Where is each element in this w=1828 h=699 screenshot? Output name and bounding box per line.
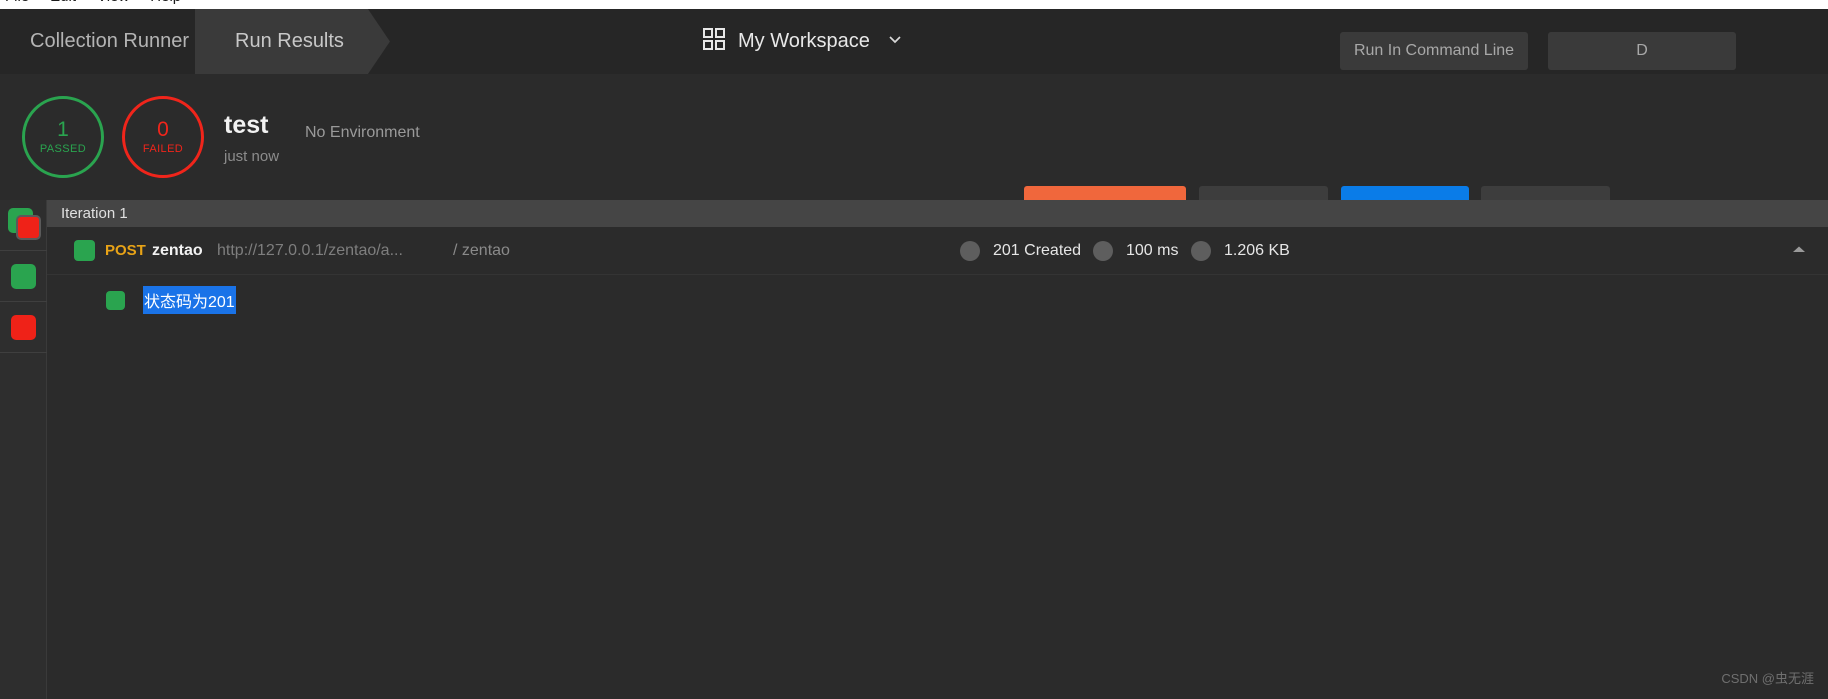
menu-item-edit[interactable]: Edit — [50, 0, 76, 5]
docs-button[interactable]: D — [1548, 32, 1736, 70]
iteration-header[interactable]: Iteration 1 — [47, 200, 1828, 227]
tab-run-results-label: Run Results — [235, 30, 344, 52]
response-size-text: 1.206 KB — [1224, 241, 1290, 259]
all-results-filter[interactable] — [0, 200, 47, 251]
passed-count: 1 — [57, 118, 69, 141]
results-filter-rail — [0, 200, 47, 699]
run-meta: test just now — [224, 111, 280, 166]
failed-label: FAILED — [142, 143, 184, 155]
run-in-command-line-label: Run In Command Line — [1353, 42, 1515, 59]
time-dot-icon — [1093, 240, 1113, 261]
docs-button-label: D — [1636, 42, 1648, 59]
response-time: 100 ms — [1093, 240, 1179, 261]
status-badge: 201 Created — [960, 240, 1082, 261]
workspace-label: My Workspace — [738, 30, 870, 52]
status-code-text: 201 Created — [993, 241, 1082, 259]
failed-stat: 0 FAILED — [122, 96, 204, 178]
tab-collection-runner[interactable]: Collection Runner — [0, 9, 219, 74]
watermark: CSDN @虫无涯 — [1721, 671, 1814, 686]
grid-icon — [703, 27, 725, 56]
menu-item-help[interactable]: Help — [150, 0, 181, 5]
green-square-icon — [11, 263, 36, 289]
request-status-square-icon — [74, 240, 95, 261]
failed-count: 0 — [157, 118, 169, 141]
response-size: 1.206 KB — [1191, 240, 1290, 261]
tab-run-results[interactable]: Run Results — [195, 9, 390, 74]
request-name: zentao — [152, 241, 203, 259]
response-time-text: 100 ms — [1126, 241, 1179, 259]
menu-item-file[interactable]: File — [5, 0, 29, 5]
red-square-icon — [11, 314, 36, 340]
run-in-command-line-button[interactable]: Run In Command Line — [1340, 32, 1528, 70]
passed-filter[interactable] — [0, 251, 47, 302]
results-pane: Iteration 1 POST zentao http://127.0.0.1… — [47, 200, 1828, 699]
passed-stat: 1 PASSED — [22, 96, 104, 178]
iteration-label: Iteration 1 — [61, 205, 128, 222]
os-menu-bar: File Edit View Help — [0, 0, 1828, 9]
size-dot-icon — [1191, 240, 1211, 261]
status-dot-icon — [960, 240, 980, 261]
red-square-icon — [16, 215, 41, 240]
request-path: / zentao — [453, 241, 510, 259]
menu-item-view[interactable]: View — [97, 0, 129, 5]
environment-label: No Environment — [305, 124, 420, 141]
chevron-down-icon — [887, 30, 903, 53]
workspace-selector[interactable]: My Workspace — [703, 9, 903, 74]
run-summary-strip: 1 PASSED 0 FAILED test just now No Envir… — [0, 74, 1828, 236]
run-timestamp: just now — [224, 148, 280, 166]
request-method: POST — [105, 242, 146, 259]
table-row[interactable]: POST zentao http://127.0.0.1/zentao/a...… — [47, 227, 1828, 275]
request-url: http://127.0.0.1/zentao/a... — [217, 241, 403, 259]
caret-up-icon[interactable] — [1792, 245, 1806, 257]
list-item[interactable]: 状态码为201 — [47, 275, 1828, 325]
test-assertion-label: 状态码为201 — [143, 286, 236, 314]
test-status-square-icon — [106, 290, 125, 310]
failed-filter[interactable] — [0, 302, 47, 353]
passed-label: PASSED — [39, 143, 87, 155]
tab-collection-runner-label: Collection Runner — [30, 30, 189, 52]
collection-name: test — [224, 111, 269, 139]
